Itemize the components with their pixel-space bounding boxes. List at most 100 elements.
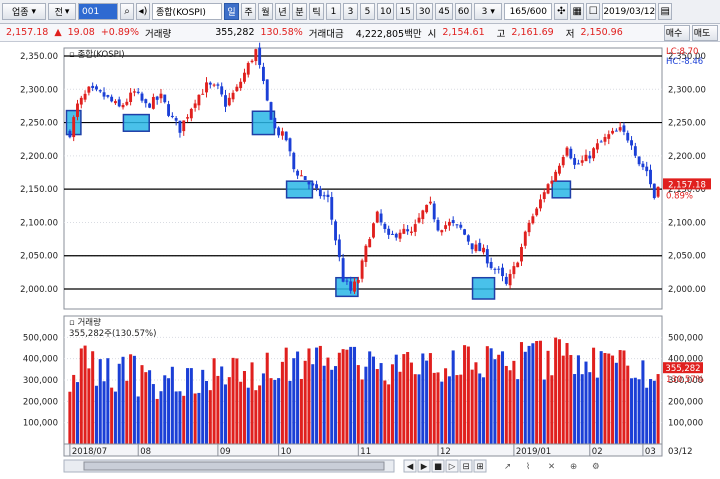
volume-bar bbox=[618, 350, 622, 444]
checkbox-icon[interactable]: ☐ bbox=[586, 3, 601, 20]
candle-body bbox=[87, 86, 91, 93]
candle-body bbox=[611, 130, 615, 134]
up-arrow-icon: ▲ bbox=[54, 27, 62, 38]
interval-15-label: 15 bbox=[399, 6, 411, 17]
candle-body bbox=[387, 228, 391, 235]
grid-icon[interactable]: ▦ bbox=[570, 3, 585, 20]
period-week-button[interactable]: 주 bbox=[241, 3, 256, 20]
interval-60-button[interactable]: 60 bbox=[454, 3, 473, 20]
period-minute-button[interactable]: 분 bbox=[292, 3, 307, 20]
time-axis-right-label: 03/12 bbox=[668, 447, 693, 457]
interval-select[interactable]: 3 ▾ bbox=[474, 3, 503, 20]
stock-chart[interactable]: 2,350.00 2,350.002,300.00 2,300.002,250.00… bbox=[0, 42, 720, 479]
interval-select-value: 3 bbox=[481, 6, 488, 17]
market-type-select[interactable]: 업종 ▾ bbox=[2, 3, 46, 20]
volume-right-tick-label: 200,000 bbox=[668, 397, 703, 407]
candle-body bbox=[277, 127, 281, 136]
price-axis-tick-label: 2,050.00 bbox=[20, 252, 58, 262]
candle-count-value: 165/600 bbox=[509, 6, 547, 17]
candle-body bbox=[504, 276, 508, 284]
time-axis-label: 08 bbox=[140, 447, 151, 457]
stop-icon: ■ bbox=[434, 462, 442, 472]
volume-bar bbox=[542, 379, 546, 444]
fibonacci-tool-icon: ⌇ bbox=[526, 462, 530, 472]
buy-button[interactable]: 매수 bbox=[664, 24, 690, 41]
candle-body bbox=[148, 103, 152, 108]
volume-bar bbox=[280, 361, 284, 444]
period-day-button[interactable]: 일 bbox=[224, 3, 239, 20]
candle-body bbox=[539, 199, 542, 209]
volume-ratio: 130.58% bbox=[260, 27, 303, 38]
highlight-box bbox=[551, 180, 572, 199]
candle-body bbox=[459, 224, 463, 228]
candle-body bbox=[409, 231, 413, 233]
volume-bar bbox=[349, 346, 353, 444]
candle-body bbox=[151, 96, 155, 109]
candle-body bbox=[470, 243, 474, 250]
price-axis-tick-label: 2,300.00 bbox=[20, 85, 58, 95]
volume-bar bbox=[231, 357, 235, 444]
candle-count-field[interactable]: 165/600 bbox=[504, 3, 553, 20]
volume-bar bbox=[345, 349, 349, 444]
interval-1-button[interactable]: 1 bbox=[326, 3, 341, 20]
period-tick-button[interactable]: 틱 bbox=[309, 3, 324, 20]
sell-button[interactable]: 매도 bbox=[692, 24, 718, 41]
volume-pane-subtitle: 355,282주(130.57%) bbox=[69, 329, 156, 339]
speaker-icon[interactable]: ◂) bbox=[136, 3, 150, 20]
candle-body bbox=[68, 130, 72, 138]
calendar-icon[interactable]: ▤ bbox=[658, 3, 673, 20]
candle-body bbox=[497, 268, 501, 270]
date-field[interactable]: 2019/03/12 bbox=[602, 3, 657, 20]
volume-bar bbox=[220, 366, 224, 444]
candle-body bbox=[239, 81, 243, 89]
candle-body bbox=[231, 92, 235, 100]
candle-body bbox=[303, 176, 307, 180]
interval-30-button[interactable]: 30 bbox=[415, 3, 434, 20]
candle-body bbox=[227, 97, 231, 106]
interval-10-button[interactable]: 10 bbox=[377, 3, 395, 20]
volume-bar bbox=[102, 381, 106, 444]
volume-bar bbox=[402, 354, 406, 444]
volume-bar bbox=[273, 379, 277, 444]
period-minute-label: 분 bbox=[295, 8, 304, 18]
volume-bar bbox=[504, 365, 508, 444]
code-value: 001 bbox=[82, 6, 100, 17]
candle-body bbox=[493, 268, 497, 270]
candle-body bbox=[451, 220, 455, 224]
volume-bar bbox=[174, 391, 178, 444]
volume-bar bbox=[356, 365, 360, 444]
candle-body bbox=[565, 147, 569, 156]
volume-bar bbox=[258, 385, 262, 444]
candle-body bbox=[550, 180, 554, 184]
candle-body bbox=[542, 192, 546, 200]
market-sub-select[interactable]: 전 ▾ bbox=[48, 3, 76, 20]
candle-body bbox=[334, 221, 337, 241]
volume-bar bbox=[516, 379, 520, 444]
volume-bar bbox=[523, 351, 527, 444]
candle-body bbox=[633, 146, 637, 156]
candle-body bbox=[155, 96, 159, 100]
period-year-button[interactable]: 년 bbox=[275, 3, 290, 20]
period-month-button[interactable]: 월 bbox=[258, 3, 273, 20]
volume-bar bbox=[364, 366, 368, 444]
candle-body bbox=[292, 152, 296, 170]
interval-5-button[interactable]: 5 bbox=[360, 3, 375, 20]
search-icon[interactable]: ⌕ bbox=[120, 3, 134, 20]
interval-3-button[interactable]: 3 bbox=[343, 3, 358, 20]
crosshair-icon[interactable]: ✣ bbox=[554, 3, 569, 20]
volume-bar bbox=[106, 358, 110, 444]
candle-body bbox=[261, 66, 265, 82]
time-axis-label: 2019/01 bbox=[516, 447, 551, 457]
volume-bar bbox=[584, 361, 588, 444]
candle-body bbox=[220, 86, 224, 95]
volume-bar bbox=[159, 391, 163, 444]
interval-45-button[interactable]: 45 bbox=[435, 3, 453, 20]
code-input[interactable]: 001 bbox=[78, 3, 118, 20]
candle-body bbox=[174, 118, 178, 121]
volume-axis-tick-label: 300,000 bbox=[23, 376, 58, 386]
candle-body bbox=[478, 242, 482, 252]
quote-bar: 2,157.18 ▲ 19.08 +0.89% 거래량 355,282 130.… bbox=[0, 24, 720, 42]
candle-body bbox=[163, 94, 167, 103]
high-label: 고 bbox=[496, 28, 506, 40]
interval-15-button[interactable]: 15 bbox=[396, 3, 414, 20]
